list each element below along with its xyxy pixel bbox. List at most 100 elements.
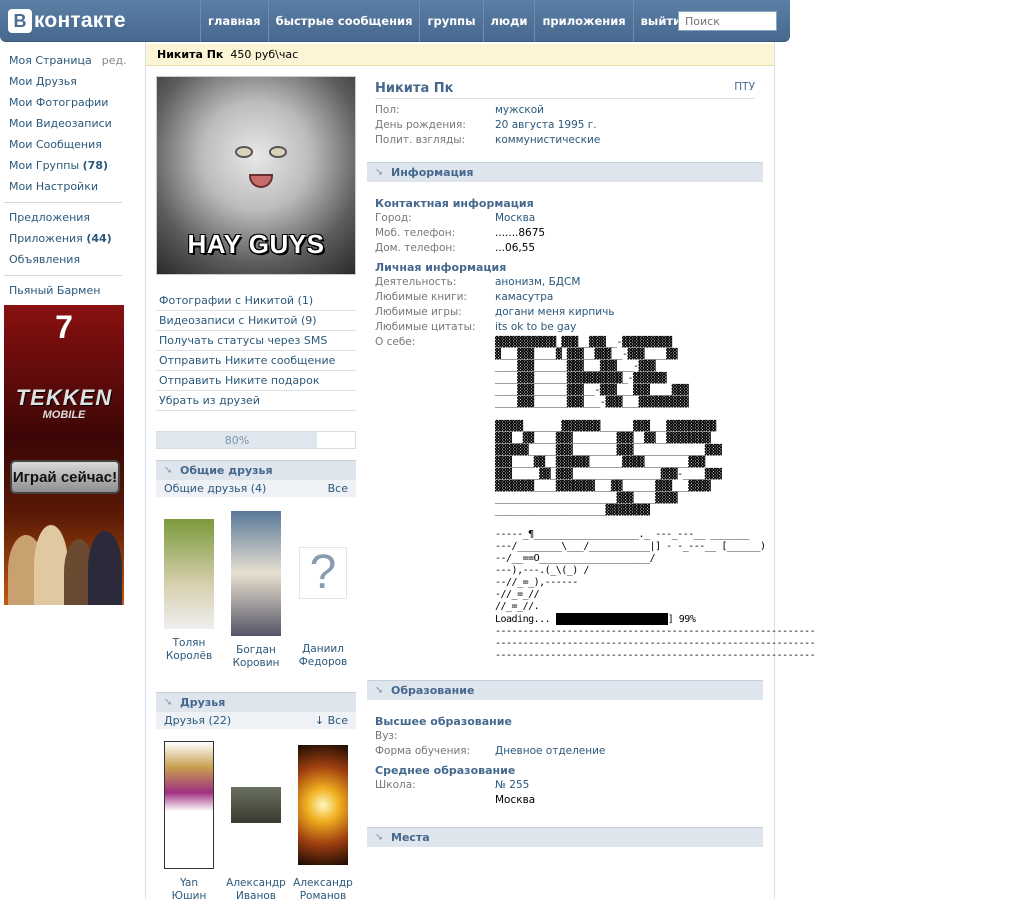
menu-count: (78) (82, 159, 109, 172)
no-photo-icon[interactable]: ? (299, 547, 347, 599)
menu-apps[interactable]: Приложения (44) (4, 230, 122, 251)
nav-groups[interactable]: группы (419, 0, 482, 42)
menu-my-friends[interactable]: Мои Друзья (4, 73, 122, 94)
info-row: Дом. телефон: ...06,55 (367, 241, 763, 256)
menu-label: Моя Страница (9, 54, 92, 67)
info-key: Вуз: (375, 730, 398, 742)
status-text: 450 руб\час (230, 48, 299, 61)
info-row: Город: Москва (367, 211, 763, 226)
profile-name-row: Никита Пк ПТУ (367, 76, 763, 98)
friends-header[interactable]: ➘ Друзья (156, 692, 356, 712)
info-key: Дом. телефон: (375, 242, 456, 254)
info-value[interactable]: догани меня кирпичь (495, 305, 614, 320)
info-value[interactable]: its ok to be gay (495, 320, 576, 335)
action-photos-with[interactable]: Фотографии с Никитой (1) (156, 291, 356, 311)
menu-my-messages[interactable]: Мои Сообщения (4, 136, 122, 157)
profile-name: Никита Пк (375, 81, 454, 96)
about-art-3: -----_¶___________________._ ---_---__ _… (495, 529, 766, 612)
info-key (375, 793, 495, 808)
friend-card[interactable]: Yan Юшин (158, 741, 220, 899)
info-value[interactable]: коммунистические (495, 133, 600, 148)
common-friends-all[interactable]: Все (328, 482, 348, 495)
section-title: Информация (391, 166, 474, 179)
secondary-edu-title: Среднее образование (375, 764, 516, 777)
info-value[interactable]: 20 августа 1995 г. (495, 118, 597, 133)
friend-card[interactable]: Богдан Коровин (225, 511, 287, 670)
ad-character (34, 525, 68, 605)
action-send-message[interactable]: Отправить Никите сообщение (156, 351, 356, 371)
menu-divider (4, 202, 122, 203)
info-row: День рождения: 20 августа 1995 г. (367, 118, 763, 133)
info-row: Москва (367, 793, 763, 808)
logo-text: контакте (34, 9, 126, 32)
information-header[interactable]: ➘ Информация (367, 162, 763, 182)
vk-logo[interactable]: В контакте (8, 8, 126, 34)
info-value[interactable]: № 255 (495, 778, 529, 793)
info-value: .......8675 (495, 227, 546, 239)
profile-tag[interactable]: ПТУ (734, 81, 755, 98)
ad-play-button[interactable]: Играй сейчас! (10, 460, 120, 494)
nav-home[interactable]: главная (200, 0, 268, 42)
info-value[interactable]: Дневное отделение (495, 744, 605, 759)
places-header[interactable]: ➘ Места (367, 827, 763, 847)
friend-card[interactable]: ? Даниил Федоров (292, 511, 354, 670)
action-sms-status[interactable]: Получать статусы через SMS (156, 331, 356, 351)
info-key: Пол: (375, 104, 400, 116)
common-friends-count[interactable]: Общие друзья (4) (164, 482, 266, 495)
profile-right-column: Никита Пк ПТУ Пол: мужской День рождения:… (367, 76, 816, 847)
nav-quick-messages[interactable]: быстрые сообщения (267, 0, 420, 42)
friends-all[interactable]: ↓ Все (315, 714, 348, 727)
friend-last-name: Юшин (171, 890, 207, 899)
higher-edu-title: Высшее образование (375, 715, 512, 728)
nav-people[interactable]: люди (482, 0, 535, 42)
menu-my-settings[interactable]: Мои Настройки (4, 178, 122, 199)
friend-photo[interactable] (164, 741, 214, 869)
education-section: Высшее образование Вуз: Форма обучения: Д… (367, 700, 763, 808)
friend-photo[interactable] (231, 787, 281, 823)
menu-my-groups[interactable]: Мои Группы (78) (4, 157, 122, 178)
section-title: Общие друзья (180, 464, 273, 477)
profile-actions: Фотографии с Никитой (1) Видеозаписи с Н… (156, 291, 356, 411)
friend-last-name: Романов (299, 890, 347, 899)
action-remove-friend[interactable]: Убрать из друзей (156, 391, 356, 411)
info-value[interactable]: Москва (495, 211, 535, 226)
personal-title: Личная информация (375, 261, 507, 274)
menu-my-photos[interactable]: Мои Фотографии (4, 94, 122, 115)
common-friends-list: Толян Королёв Богдан Коровин ? Даниил Фе… (156, 511, 356, 670)
education-header[interactable]: ➘ Образование (367, 680, 763, 700)
info-row: Школа: № 255 (367, 778, 763, 793)
friend-photo[interactable] (164, 519, 214, 629)
friends-subheader: Друзья (22) ↓ Все (156, 712, 356, 729)
nav-apps[interactable]: приложения (534, 0, 632, 42)
action-send-gift[interactable]: Отправить Никите подарок (156, 371, 356, 391)
rating-bar[interactable]: 80% (156, 431, 356, 449)
friends-count[interactable]: Друзья (22) (164, 714, 231, 727)
menu-ads[interactable]: Объявления (4, 251, 122, 272)
menu-my-videos[interactable]: Мои Видеозаписи (4, 115, 122, 136)
friend-card[interactable]: Александр Иванов (225, 741, 287, 899)
info-row: Моб. телефон: .......8675 (367, 226, 763, 241)
tekken-ad-banner[interactable]: 7 TEKKEN MOBILE Играй сейчас! (4, 305, 124, 605)
loading-bar (555, 613, 668, 625)
common-friends-subheader: Общие друзья (4) Все (156, 480, 356, 497)
action-videos-with[interactable]: Видеозаписи с Никитой (9) (156, 311, 356, 331)
friend-card[interactable]: Толян Королёв (158, 511, 220, 670)
friend-photo[interactable] (231, 511, 281, 636)
ad-game-logo: TEKKEN MOBILE (8, 385, 120, 421)
profile-avatar[interactable]: HAY GUYS (156, 76, 356, 275)
friend-photo[interactable] (298, 745, 348, 865)
profile-left-column: HAY GUYS Фотографии с Никитой (1) Видеоз… (156, 76, 356, 899)
info-value[interactable]: мужской (495, 103, 544, 118)
menu-my-page[interactable]: Моя Страница ред. (4, 52, 127, 73)
menu-offers[interactable]: Предложения (4, 209, 122, 230)
logo-mark: В (8, 9, 32, 33)
info-key: Любимые книги: (375, 291, 467, 303)
cat-eye (235, 146, 253, 158)
search-input[interactable] (678, 11, 777, 31)
info-value[interactable]: камасутра (495, 290, 553, 305)
menu-drunk-bartender[interactable]: Пьяный Бармен (4, 282, 122, 303)
friend-card[interactable]: Александр Романов (292, 741, 354, 899)
info-value[interactable]: анонизм, БДСМ (495, 275, 580, 290)
edit-link[interactable]: ред. (102, 54, 127, 67)
common-friends-header[interactable]: ➘ Общие друзья (156, 460, 356, 480)
